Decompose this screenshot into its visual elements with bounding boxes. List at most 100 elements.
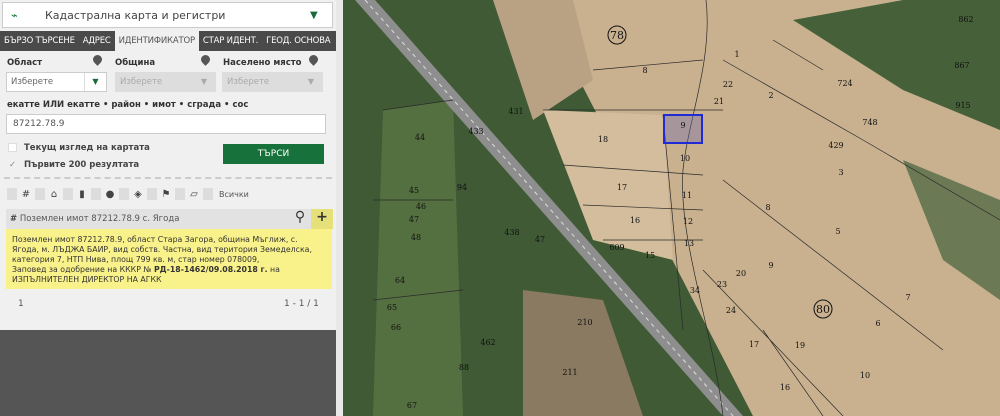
- scrollbar[interactable]: [336, 0, 343, 416]
- parcel-label: 915: [955, 101, 970, 110]
- region-label: Област: [7, 58, 43, 68]
- search-panel: ⌁ Кадастрална карта и регистри ▼ БЪРЗО Т…: [0, 0, 336, 330]
- checkbox[interactable]: [119, 188, 129, 200]
- parcel-label: 724: [837, 79, 852, 88]
- parcel-label: 45: [409, 186, 419, 195]
- layers-icon[interactable]: ◈: [131, 189, 145, 200]
- result-range: 1 - 1 / 1: [284, 299, 319, 309]
- parcel-label: 48: [411, 233, 421, 242]
- checkbox[interactable]: [175, 188, 185, 200]
- checkbox[interactable]: [147, 188, 157, 200]
- parcel-label: 94: [457, 183, 467, 192]
- checkbox[interactable]: [63, 188, 73, 200]
- result-header[interactable]: # Поземлен имот 87212.78.9 с. Ягода: [6, 209, 332, 229]
- checkbox[interactable]: [91, 188, 101, 200]
- map-pin-icon[interactable]: [307, 53, 320, 66]
- check-icon[interactable]: ✓: [9, 160, 16, 170]
- identifier-input[interactable]: 87212.78.9: [6, 114, 326, 134]
- parcel-label: 18: [598, 135, 608, 144]
- chevron-down-icon: ▼: [200, 77, 208, 86]
- parcel-label: 47: [535, 235, 545, 244]
- result-details: Поземлен имот 87212.78.9, област Стара З…: [6, 229, 332, 289]
- parcel-label: 21: [714, 97, 724, 106]
- parcel-label: 433: [468, 127, 483, 136]
- search-button[interactable]: ТЪРСИ: [223, 144, 324, 164]
- parcel-label: 17: [749, 340, 759, 349]
- parcel-label: 6: [875, 319, 880, 328]
- tab-address[interactable]: АДРЕС: [79, 31, 115, 51]
- tab-geodetic[interactable]: ГЕОД. ОСНОВА: [262, 31, 334, 51]
- map-pin-icon[interactable]: [91, 53, 104, 66]
- parcel-label: 3: [838, 168, 843, 177]
- cadastral-zone-label: 80: [816, 303, 830, 316]
- cadastral-zone-label: 78: [610, 29, 624, 42]
- parcel-label: 10: [860, 371, 870, 380]
- parcel-label: 88: [459, 363, 469, 372]
- all-label: Всички: [219, 189, 249, 199]
- chevron-down-icon[interactable]: ▼: [310, 10, 332, 21]
- side-panel: ⌁ Кадастрална карта и регистри ▼ БЪРЗО Т…: [0, 0, 336, 416]
- checkbox[interactable]: [7, 188, 17, 200]
- identifier-label: екатте ИЛИ екатте • район • имот • сград…: [7, 100, 249, 110]
- municipality-label: Община: [115, 58, 156, 68]
- page-number[interactable]: 1: [18, 299, 24, 309]
- checkbox[interactable]: [35, 188, 45, 200]
- tab-quick-search[interactable]: БЪРЗО ТЪРСЕНЕ: [0, 31, 79, 51]
- settlement-select[interactable]: Изберете ▼: [222, 72, 323, 92]
- parcel-label: 8: [765, 203, 770, 212]
- parcel-label: 15: [645, 251, 655, 260]
- parcel-label: 438: [504, 228, 519, 237]
- tab-old-identifier[interactable]: СТАР ИДЕНТ.: [199, 31, 262, 51]
- parcel-label: 46: [416, 202, 426, 211]
- parcel-label: 9: [768, 261, 773, 270]
- municipality-select[interactable]: Изберете ▼: [115, 72, 216, 92]
- parcel-label: 609: [609, 243, 624, 252]
- layer-toolbar: # ⌂ ▮ ● ◈ ⚑ ▱ Всички: [7, 187, 249, 201]
- parcel-label: 211: [562, 368, 577, 377]
- parcel-label: 10: [680, 154, 690, 163]
- parcel-label: 2: [768, 91, 773, 100]
- polygon-icon[interactable]: ▱: [187, 189, 201, 200]
- app-selector[interactable]: ⌁ Кадастрална карта и регистри ▼: [2, 2, 333, 28]
- parcel-label: 64: [395, 276, 405, 285]
- parcel-label: 7: [905, 293, 910, 302]
- zoom-to-icon[interactable]: ⚲: [289, 209, 311, 229]
- chevron-down-icon: ▼: [307, 77, 315, 86]
- parcel-label: 65: [387, 303, 397, 312]
- map-pin-icon[interactable]: ●: [103, 189, 117, 200]
- cadastre-logo-icon: ⌁: [11, 8, 18, 22]
- current-view-label: Текущ изглед на картата: [24, 143, 150, 153]
- grid-icon: #: [10, 214, 18, 224]
- parcel-label: 67: [407, 401, 417, 410]
- home-icon[interactable]: ⌂: [47, 189, 61, 200]
- parcel-label: 210: [577, 318, 592, 327]
- parcel-label: 12: [683, 217, 693, 226]
- map-view[interactable]: 812221291018171116 1213156093859202324671…: [343, 0, 1000, 416]
- chevron-down-icon: ▼: [84, 73, 106, 91]
- parcel-label: 5: [835, 227, 840, 236]
- parcel-label: 17: [617, 183, 627, 192]
- checkbox[interactable]: [203, 188, 213, 200]
- search-tabs: БЪРЗО ТЪРСЕНЕ АДРЕС ИДЕНТИФИКАТОР СТАР И…: [0, 31, 336, 51]
- parcel-label: 862: [958, 15, 973, 24]
- map-pin-icon[interactable]: [199, 53, 212, 66]
- parcel-label: 47: [409, 215, 419, 224]
- parcel-label: 20: [736, 269, 746, 278]
- parcel-label: 8: [642, 66, 647, 75]
- parcel-label: 19: [795, 341, 805, 350]
- building-icon[interactable]: ▮: [75, 189, 89, 200]
- parcel-label: 11: [682, 191, 692, 200]
- settlement-label: Населено място: [223, 58, 302, 68]
- parcel-label: 24: [726, 306, 736, 315]
- current-view-checkbox[interactable]: [8, 143, 17, 152]
- region-select[interactable]: Изберете ▼: [6, 72, 107, 92]
- grid-icon[interactable]: #: [19, 189, 33, 200]
- parcel-label: 748: [862, 118, 877, 127]
- flag-icon[interactable]: ⚑: [159, 189, 173, 200]
- parcel-label: 23: [717, 280, 727, 289]
- tab-identifier[interactable]: ИДЕНТИФИКАТОР: [114, 31, 199, 51]
- add-icon[interactable]: +: [311, 209, 333, 229]
- parcel-label: 867: [954, 61, 969, 70]
- parcel-label: 9: [680, 121, 685, 130]
- parcel-label: 1: [734, 50, 739, 59]
